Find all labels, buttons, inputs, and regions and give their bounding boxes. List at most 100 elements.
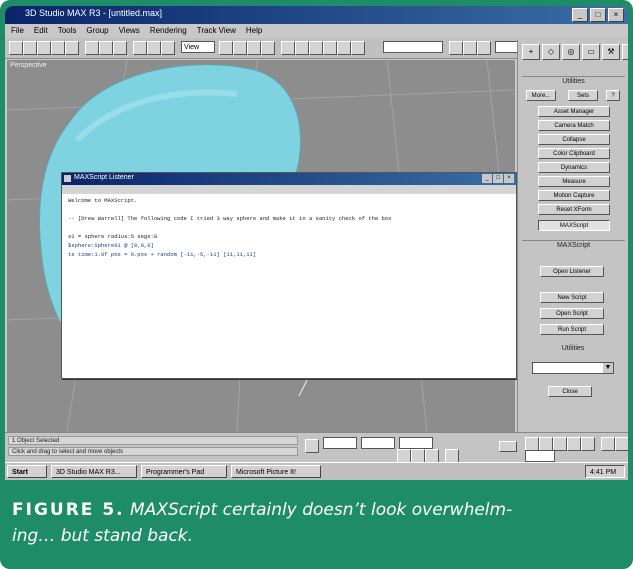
- caption-line-1: MAXScript certainly doesn’t look overwhe…: [130, 500, 513, 520]
- pan-icon[interactable]: [615, 437, 628, 451]
- listener-line: $sphere:Sphere01 @ [0,0,0]: [68, 242, 154, 249]
- pivot-icon[interactable]: [219, 41, 233, 55]
- create-tab-icon[interactable]: +: [522, 44, 540, 60]
- utility-button[interactable]: Color Clipboard: [538, 148, 610, 159]
- named-selection-field[interactable]: [383, 41, 443, 53]
- maximize-button[interactable]: □: [590, 8, 606, 22]
- menu-edit[interactable]: Edit: [34, 24, 48, 38]
- more-button[interactable]: More...: [526, 90, 556, 101]
- track-view-icon[interactable]: [337, 41, 351, 55]
- zoom-icon[interactable]: [601, 437, 615, 451]
- z-coordinate-field[interactable]: [399, 437, 433, 449]
- utility-button[interactable]: Reset XForm: [538, 204, 610, 215]
- listener-line: -- [Drew Warrell] The following code I t…: [68, 215, 392, 222]
- current-frame-field[interactable]: [525, 450, 555, 462]
- start-button[interactable]: Start: [7, 465, 47, 478]
- listener-output[interactable]: Welcome to MAXScript. -- [Drew Warrell] …: [68, 197, 508, 260]
- array-icon[interactable]: [295, 41, 309, 55]
- reference-coord-select[interactable]: View: [181, 41, 215, 53]
- axis-x-icon[interactable]: [233, 41, 247, 55]
- named-selection-icon[interactable]: [323, 41, 337, 55]
- axis-z-icon[interactable]: [261, 41, 275, 55]
- render-scene-icon[interactable]: [463, 41, 477, 55]
- new-script-button[interactable]: New Script: [540, 292, 604, 303]
- prompt-line: Click and drag to select and move object…: [8, 447, 298, 456]
- taskbar-item[interactable]: Programmer's Pad: [141, 465, 227, 478]
- menu-views[interactable]: Views: [119, 24, 140, 38]
- close-utility-button[interactable]: Close: [548, 386, 592, 397]
- utility-button[interactable]: Camera Match: [538, 120, 610, 131]
- next-frame-icon[interactable]: [567, 437, 581, 451]
- menu-rendering[interactable]: Rendering: [150, 24, 187, 38]
- y-coordinate-field[interactable]: [361, 437, 395, 449]
- utility-button[interactable]: Collapse: [538, 134, 610, 145]
- maxscript-listener-window[interactable]: MAXScript Listener _ □ × Welcome to MAXS…: [61, 172, 517, 379]
- menu-help[interactable]: Help: [246, 24, 262, 38]
- display-tab-icon[interactable]: T: [622, 44, 628, 60]
- undo-icon[interactable]: [9, 41, 23, 55]
- move-icon[interactable]: [133, 41, 147, 55]
- help-button[interactable]: ?: [606, 90, 620, 101]
- run-script-button[interactable]: Run Script: [540, 324, 604, 335]
- close-button[interactable]: ×: [608, 8, 624, 22]
- spinner-snap-icon[interactable]: [445, 449, 459, 463]
- animate-button[interactable]: [499, 441, 517, 452]
- quick-render-icon[interactable]: [477, 41, 491, 55]
- go-to-start-icon[interactable]: [525, 437, 539, 451]
- utility-button[interactable]: Measure: [538, 176, 610, 187]
- chevron-down-icon[interactable]: ▼: [603, 363, 613, 373]
- menu-file[interactable]: File: [11, 24, 24, 38]
- command-panel: + ◇ ◎ ▭ ⚒ T Utilities More... Sets ? Ass…: [517, 40, 628, 440]
- maxscript-icon: [64, 175, 71, 182]
- utilities-rollout-header[interactable]: Utilities: [522, 76, 625, 87]
- taskbar-item[interactable]: Microsoft Picture It!: [231, 465, 321, 478]
- figure-caption: FIGURE 5. MAXScript certainly doesn’t lo…: [12, 497, 622, 549]
- rotate-icon[interactable]: [147, 41, 161, 55]
- angle-snap-icon[interactable]: [411, 449, 425, 463]
- menu-group[interactable]: Group: [86, 24, 108, 38]
- taskbar-item[interactable]: 3D Studio MAX R3...: [51, 465, 137, 478]
- axis-y-icon[interactable]: [247, 41, 261, 55]
- snap-icon[interactable]: [397, 449, 411, 463]
- percent-snap-icon[interactable]: [425, 449, 439, 463]
- scale-icon[interactable]: [161, 41, 175, 55]
- listener-maximize-button[interactable]: □: [493, 174, 503, 183]
- maxscript-rollout-header[interactable]: MAXScript: [522, 240, 625, 251]
- link-icon[interactable]: [37, 41, 51, 55]
- listener-close-button[interactable]: ×: [504, 174, 514, 183]
- select-by-name-icon[interactable]: [99, 41, 113, 55]
- minimize-button[interactable]: _: [572, 8, 588, 22]
- material-editor-icon[interactable]: [449, 41, 463, 55]
- select-icon[interactable]: [85, 41, 99, 55]
- play-icon[interactable]: [553, 437, 567, 451]
- region-icon[interactable]: [113, 41, 127, 55]
- sets-button[interactable]: Sets: [568, 90, 598, 101]
- open-script-button[interactable]: Open Script: [540, 308, 604, 319]
- listener-line: s1 = sphere radius:5 segs:8: [68, 233, 158, 240]
- mirror-icon[interactable]: [281, 41, 295, 55]
- utility-button[interactable]: Asset Manager: [538, 106, 610, 117]
- menu-tools[interactable]: Tools: [58, 24, 77, 38]
- modify-tab-icon[interactable]: ◇: [542, 44, 560, 60]
- listener-line: [68, 206, 508, 215]
- unlink-icon[interactable]: [51, 41, 65, 55]
- caption-line-2: ing… but stand back.: [12, 526, 194, 546]
- open-listener-button[interactable]: Open Listener: [540, 266, 604, 277]
- motion-tab-icon[interactable]: ▭: [582, 44, 600, 60]
- maxscript-utility-button[interactable]: MAXScript: [538, 220, 610, 231]
- listener-minimize-button[interactable]: _: [482, 174, 492, 183]
- menu-track-view[interactable]: Track View: [197, 24, 236, 38]
- align-icon[interactable]: [309, 41, 323, 55]
- utility-button[interactable]: Dynamics: [538, 162, 610, 173]
- utilities-dropdown[interactable]: ▼: [532, 362, 614, 374]
- x-coordinate-field[interactable]: [323, 437, 357, 449]
- hierarchy-tab-icon[interactable]: ◎: [562, 44, 580, 60]
- redo-icon[interactable]: [23, 41, 37, 55]
- bind-icon[interactable]: [65, 41, 79, 55]
- lock-selection-icon[interactable]: [305, 439, 319, 453]
- schematic-icon[interactable]: [351, 41, 365, 55]
- utilities-tab-icon[interactable]: ⚒: [602, 44, 620, 60]
- utility-button[interactable]: Motion Capture: [538, 190, 610, 201]
- previous-frame-icon[interactable]: [539, 437, 553, 451]
- go-to-end-icon[interactable]: [581, 437, 595, 451]
